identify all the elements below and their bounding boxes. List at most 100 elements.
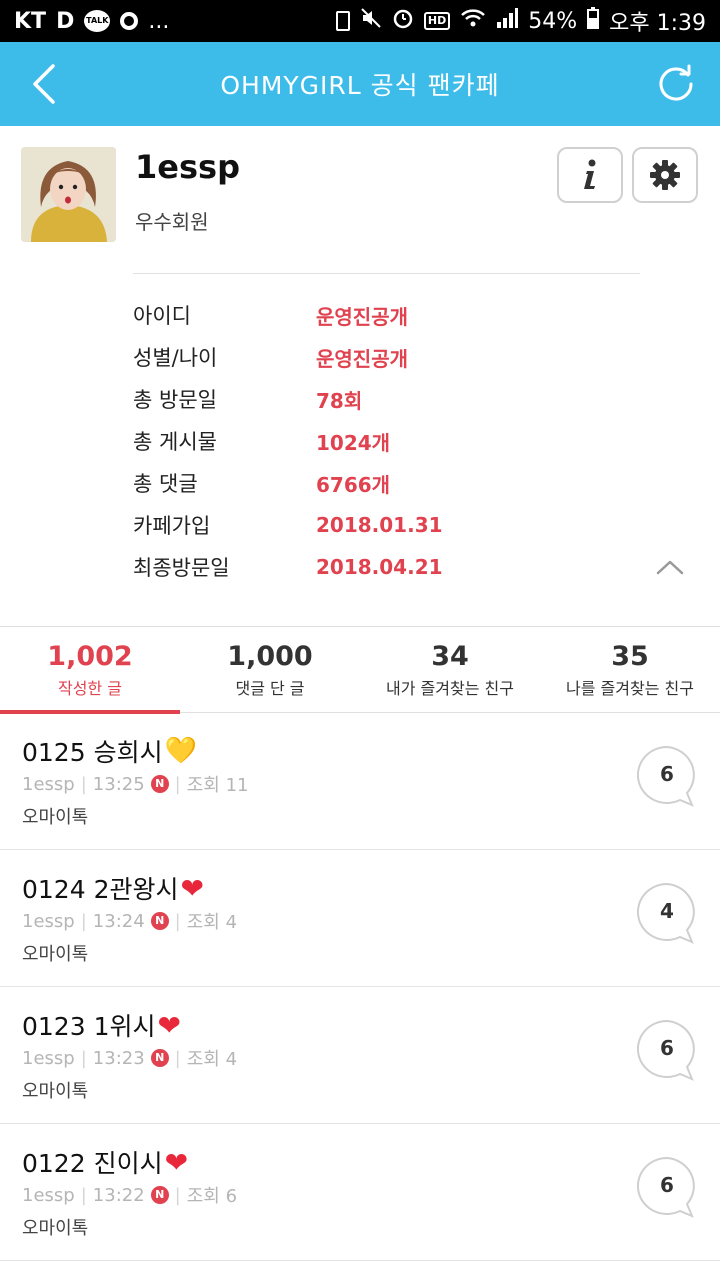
- info-row-last-visit: 최종방문일 2018.04.21: [133, 546, 443, 588]
- post-meta: 1essp | 13:22 N | 조회 6: [22, 1182, 237, 1208]
- tab-commented-posts[interactable]: 1,000 댓글 단 글: [180, 627, 360, 713]
- info-row-visits: 총 방문일 78회: [133, 378, 443, 420]
- post-views: 조회 4: [186, 912, 238, 933]
- tab-friends-favoriting-me[interactable]: 35 나를 즐겨찾는 친구: [540, 627, 720, 713]
- status-bar: KT D TALK ... HD 54% 오후 1:39: [0, 0, 720, 42]
- info-label: 아이디: [133, 304, 191, 328]
- tab-count: 35: [611, 641, 649, 672]
- info-button[interactable]: [557, 147, 623, 203]
- tab-label: 댓글 단 글: [235, 679, 305, 698]
- tab-my-favorite-friends[interactable]: 34 내가 즐겨찾는 친구: [360, 627, 540, 713]
- comment-count-button[interactable]: 6: [636, 1156, 698, 1218]
- post-meta: 1essp | 13:24 N | 조회 4: [22, 908, 237, 934]
- info-row-posts: 총 게시물 1024개: [133, 420, 443, 462]
- post-author: 1essp: [22, 1047, 75, 1069]
- comment-count: 6: [660, 1036, 674, 1060]
- info-label: 카페가입: [133, 514, 211, 538]
- post-author: 1essp: [22, 773, 75, 795]
- more-notifications: ...: [148, 8, 170, 34]
- battery-save-icon: [335, 11, 350, 31]
- red-heart-icon: ❤: [180, 871, 204, 905]
- page-title: OHMYGIRL 공식 팬카페: [220, 71, 500, 100]
- info-value: 6766개: [316, 472, 391, 497]
- info-value: 운영진공개: [316, 346, 408, 371]
- tab-label: 내가 즐겨찾는 친구: [386, 679, 514, 698]
- refresh-button[interactable]: [652, 60, 700, 108]
- divider: [133, 273, 640, 274]
- post-views: 조회 6: [186, 1186, 238, 1207]
- new-badge: N: [150, 912, 169, 930]
- post-time: 13:23: [92, 1047, 145, 1069]
- list-item[interactable]: 0124 2관왕시 ❤ 1essp | 13:24 N | 조회 4 오마이톡 4: [0, 850, 720, 987]
- post-title: 0123 1위시 ❤: [22, 1007, 181, 1043]
- post-author: 1essp: [22, 1184, 75, 1206]
- refresh-icon: [659, 64, 693, 101]
- activity-tabs: 1,002 작성한 글 1,000 댓글 단 글 34 내가 즐겨찾는 친구 3…: [0, 626, 720, 714]
- post-views: 조회 11: [186, 775, 249, 796]
- post-time: 13:24: [92, 910, 145, 932]
- post-title: 0125 승희시 💛: [22, 733, 197, 769]
- member-rank: 우수회원: [135, 210, 209, 234]
- collapse-button[interactable]: [650, 552, 690, 582]
- post-board: 오마이톡: [22, 1218, 89, 1239]
- post-board: 오마이톡: [22, 807, 89, 828]
- info-label: 총 게시물: [133, 430, 217, 454]
- list-item[interactable]: 0122 진이시 ❤ 1essp | 13:22 N | 조회 6 오마이톡 6: [0, 1124, 720, 1261]
- wifi-icon: [460, 7, 486, 35]
- red-heart-icon: ❤: [164, 1145, 189, 1179]
- comment-count-button[interactable]: 4: [636, 882, 698, 944]
- post-board: 오마이톡: [22, 1081, 89, 1102]
- record-icon: [120, 12, 139, 30]
- new-badge: N: [150, 775, 169, 793]
- info-row-id: 아이디 운영진공개: [133, 294, 443, 336]
- app-bar: OHMYGIRL 공식 팬카페: [0, 42, 720, 126]
- comment-count-button[interactable]: 6: [636, 745, 698, 807]
- back-button[interactable]: [20, 60, 68, 108]
- tab-label: 나를 즐겨찾는 친구: [566, 679, 694, 698]
- info-value: 2018.01.31: [316, 513, 443, 537]
- info-value: 1024개: [316, 430, 391, 455]
- mute-icon: [360, 7, 382, 35]
- post-views: 조회 4: [186, 1049, 238, 1070]
- settings-button[interactable]: [632, 147, 698, 203]
- tab-written-posts[interactable]: 1,002 작성한 글: [0, 627, 180, 714]
- chevron-up-icon: [656, 560, 684, 575]
- info-row-joined: 카페가입 2018.01.31: [133, 504, 443, 546]
- d-app-icon: D: [56, 8, 75, 34]
- clock: 오후 1:39: [609, 11, 706, 36]
- post-time: 13:25: [92, 773, 145, 795]
- post-time: 13:22: [92, 1184, 145, 1206]
- post-title: 0122 진이시 ❤: [22, 1144, 188, 1180]
- battery-percent: 54%: [528, 8, 578, 34]
- info-value: 운영진공개: [316, 304, 408, 329]
- new-badge: N: [150, 1049, 169, 1067]
- list-item[interactable]: 0123 1위시 ❤ 1essp | 13:23 N | 조회 4 오마이톡 6: [0, 987, 720, 1124]
- tab-count: 1,000: [227, 641, 313, 672]
- tab-label: 작성한 글: [58, 679, 122, 698]
- signal-icon: [496, 7, 519, 35]
- post-title-text: 0124 2관왕시: [22, 875, 179, 904]
- profile-section: 1essp 우수회원 아이디 운영진공개 성별/나이 운영진공개 총 방문일 7…: [0, 126, 720, 626]
- alarm-icon: [392, 7, 414, 35]
- post-meta: 1essp | 13:25 N | 조회 11: [22, 771, 249, 797]
- yellow-heart-icon: 💛: [164, 736, 197, 766]
- info-value: 2018.04.21: [316, 555, 443, 579]
- back-arrow-icon: [33, 64, 55, 104]
- list-item[interactable]: 0125 승희시 💛 1essp | 13:25 N | 조회 11 오마이톡 6: [0, 713, 720, 850]
- gear-icon: [650, 160, 680, 190]
- post-list: 0125 승희시 💛 1essp | 13:25 N | 조회 11 오마이톡 6 …: [0, 713, 720, 1261]
- info-label: 총 방문일: [133, 388, 217, 412]
- post-board: 오마이톡: [22, 944, 89, 965]
- avatar[interactable]: [21, 147, 116, 242]
- post-title-text: 0122 진이시: [22, 1149, 163, 1178]
- new-badge: N: [150, 1186, 169, 1204]
- comment-count-button[interactable]: 6: [636, 1019, 698, 1081]
- battery-icon: [587, 7, 600, 35]
- post-title: 0124 2관왕시 ❤: [22, 870, 204, 906]
- hd-icon: HD: [423, 12, 451, 30]
- member-info-table: 아이디 운영진공개 성별/나이 운영진공개 총 방문일 78회 총 게시물 10…: [133, 294, 443, 588]
- info-row-gender-age: 성별/나이 운영진공개: [133, 336, 443, 378]
- info-label: 총 댓글: [133, 472, 198, 496]
- post-title-text: 0123 1위시: [22, 1012, 156, 1041]
- comment-count: 6: [660, 762, 674, 786]
